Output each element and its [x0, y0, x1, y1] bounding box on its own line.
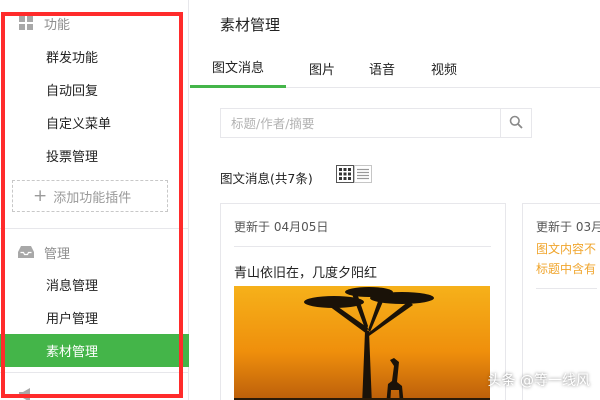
search-icon: [509, 114, 523, 133]
news-card[interactable]: 更新于 04月05日 青山依旧在，几度夕阳红: [220, 203, 506, 400]
grid-icon: [18, 15, 34, 31]
card-update-date: 更新于 03月: [536, 220, 600, 234]
watermark-text: 头条 @等一线风: [487, 373, 590, 389]
sidebar-item-label: 自动回复: [46, 84, 99, 99]
add-plugin-button[interactable]: + 添加功能插件: [12, 180, 168, 212]
grid-view-button[interactable]: [336, 165, 354, 183]
tab-video[interactable]: 视频: [422, 48, 466, 88]
tab-news[interactable]: 图文消息: [190, 48, 286, 88]
view-toggle: [336, 165, 372, 183]
sidebar-item-custom-menu[interactable]: 自定义菜单: [0, 106, 189, 139]
sidebar: 功能 群发功能 自动回复 自定义菜单 投票管理 + 添加功能插件 管理 消息管理…: [0, 0, 189, 400]
section-manage-header: 管理: [18, 240, 70, 264]
card-divider: [234, 246, 491, 247]
tab-label: 图文消息: [211, 61, 264, 76]
grid-view-icon: [339, 165, 351, 184]
tab-label: 图片: [308, 62, 335, 78]
search-input[interactable]: [221, 109, 500, 137]
app-root: 功能 群发功能 自动回复 自定义菜单 投票管理 + 添加功能插件 管理 消息管理…: [0, 0, 600, 400]
sidebar-item-mass-send[interactable]: 群发功能: [0, 40, 189, 73]
list-view-icon: [357, 165, 369, 184]
add-plugin-label: 添加功能插件: [53, 190, 132, 206]
sidebar-item-label: 自定义菜单: [46, 117, 112, 132]
card-divider: [536, 288, 597, 289]
section-function-title: 功能: [44, 17, 71, 33]
section-manage-title: 管理: [44, 246, 71, 262]
main-panel: 素材管理 图文消息 图片 语音 视频 标题/作者/摘要 图文消息(共7条) 更新…: [190, 0, 600, 400]
sidebar-item-vote-manage[interactable]: 投票管理: [0, 139, 189, 172]
card-update-date: 更新于 04月05日: [234, 220, 329, 234]
section-function-header: 功能: [18, 11, 70, 35]
news-count-label: 图文消息(共7条): [220, 171, 313, 186]
sidebar-item-auto-reply[interactable]: 自动回复: [0, 73, 189, 106]
tab-label: 语音: [368, 62, 395, 78]
list-view-button[interactable]: [354, 165, 372, 183]
megaphone-icon: [18, 387, 34, 400]
sunset-tree-giraffe-image: [234, 286, 490, 400]
sidebar-divider: [0, 228, 189, 229]
tab-bar: 图文消息 图片 语音 视频: [190, 48, 600, 88]
sidebar-item-label: 素材管理: [46, 345, 99, 360]
page-title: 素材管理: [220, 16, 281, 34]
sidebar-item-user-manage[interactable]: 用户管理: [0, 301, 189, 334]
plus-icon: +: [33, 185, 48, 206]
tab-voice[interactable]: 语音: [360, 48, 404, 88]
search-button[interactable]: [500, 109, 531, 137]
sidebar-item-material-manage[interactable]: 素材管理: [0, 334, 189, 367]
section-next-header: [18, 383, 44, 400]
search-box: [220, 108, 532, 138]
card-warning-line: 图文内容不: [536, 242, 597, 256]
card-title: 青山依旧在，几度夕阳红: [234, 266, 378, 281]
sidebar-item-message-manage[interactable]: 消息管理: [0, 268, 189, 301]
sidebar-item-label: 群发功能: [46, 51, 99, 66]
card-warning-line: 标题中含有: [536, 262, 597, 276]
sidebar-item-label: 投票管理: [46, 150, 99, 165]
sidebar-divider: [0, 372, 189, 373]
tab-label: 视频: [430, 62, 457, 78]
sidebar-item-label: 消息管理: [46, 279, 99, 294]
tab-images[interactable]: 图片: [300, 48, 344, 88]
inbox-icon: [18, 244, 34, 260]
sidebar-item-label: 用户管理: [46, 312, 99, 327]
